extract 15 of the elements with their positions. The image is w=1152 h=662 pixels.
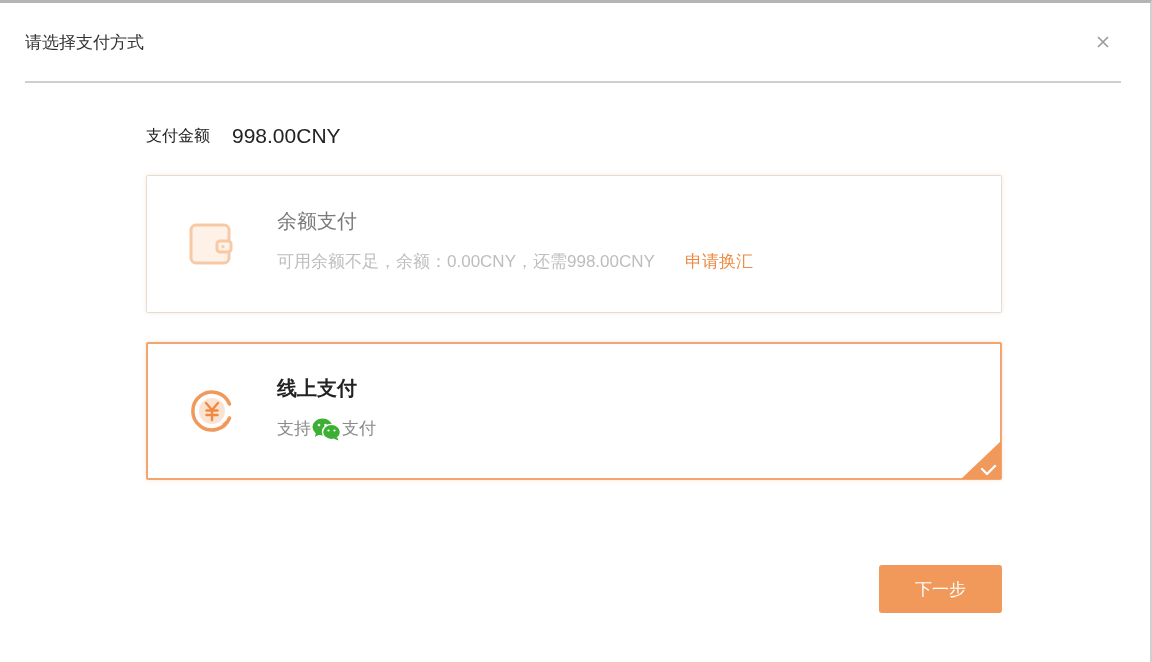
close-button[interactable] — [1095, 34, 1111, 50]
description-text: 支持 — [277, 418, 311, 440]
selected-check-icon — [961, 441, 1001, 479]
description-text: 支付 — [342, 418, 376, 440]
chat-bubbles-icon — [312, 417, 341, 441]
next-step-button[interactable]: 下一步 — [879, 565, 1002, 613]
payment-option-title: 线上支付 — [277, 376, 357, 401]
dialog-title: 请选择支付方式 — [25, 31, 144, 54]
balance-description: 可用余额不足，余额：0.00CNY，还需998.00CNY — [277, 251, 655, 273]
payment-option-card[interactable]: 线上支付 支持 支付 — [146, 342, 1002, 480]
amount-value: 998.00CNY — [232, 124, 341, 148]
wallet-icon — [189, 221, 235, 267]
amount-label: 支付金额 — [146, 125, 210, 146]
payment-option-title: 余额支付 — [277, 209, 357, 234]
close-icon — [1097, 36, 1109, 48]
